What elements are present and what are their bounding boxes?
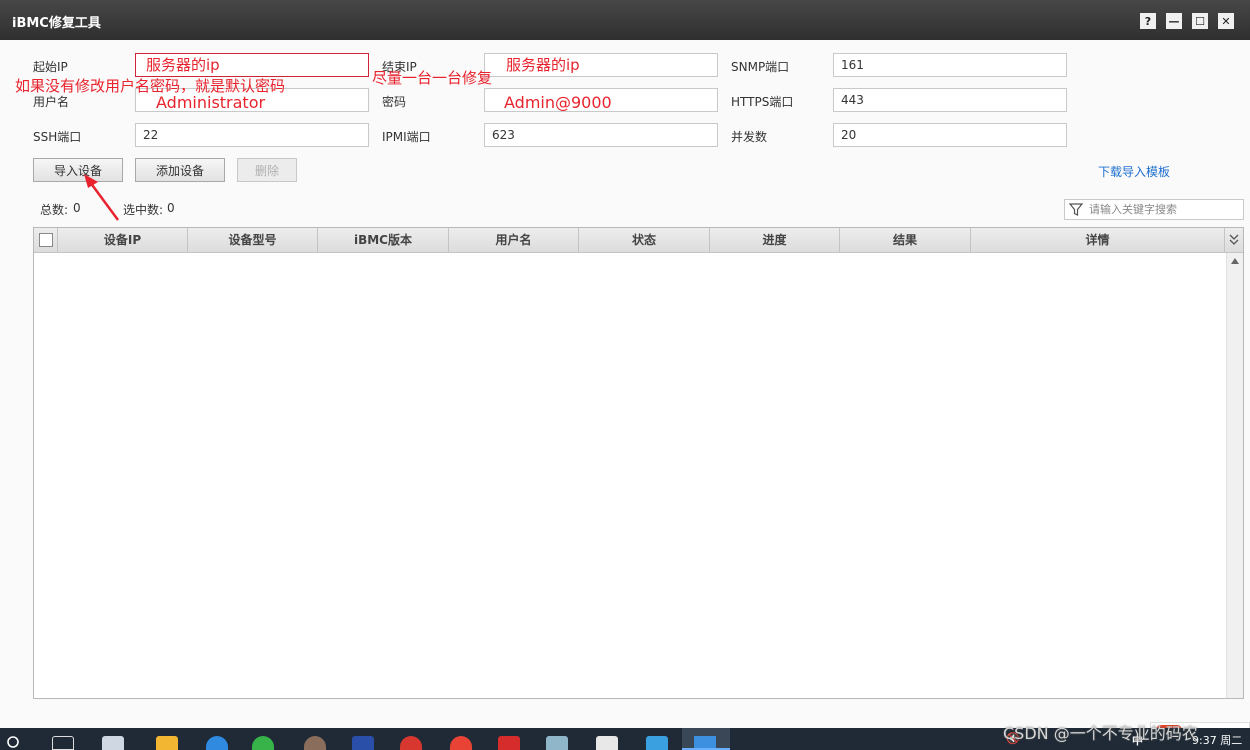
select-all-checkbox[interactable] xyxy=(39,233,53,247)
selected-count-value: 0 xyxy=(167,201,175,215)
app-icon-3[interactable] xyxy=(304,736,326,750)
title-bar: iBMC修复工具 ? — ☐ ✕ xyxy=(0,0,1250,40)
ipmi-port-label: IPMI端口 xyxy=(382,130,431,144)
close-icon: ✕ xyxy=(1221,14,1231,28)
clock[interactable]: 9:37 周二 xyxy=(1192,732,1242,748)
help-button[interactable]: ? xyxy=(1140,13,1156,29)
total-count-value: 0 xyxy=(73,201,81,215)
download-template-link[interactable]: 下载导入模板 xyxy=(1098,163,1170,180)
main-content: 起始IP 结束IP SNMP端口 161 用户名 密码 HTTPS端口 443 … xyxy=(0,40,1250,750)
snmp-port-label: SNMP端口 xyxy=(731,60,790,74)
password-annotation: Admin@9000 xyxy=(504,93,612,112)
app-icon-7[interactable] xyxy=(546,736,568,750)
app-icon-2[interactable] xyxy=(206,736,228,750)
app-icon-6[interactable] xyxy=(498,736,520,750)
active-app-ibmc[interactable] xyxy=(682,728,730,750)
app-icon-1[interactable] xyxy=(102,736,124,750)
ibmc-app-icon xyxy=(694,736,716,748)
search-box[interactable] xyxy=(1064,199,1244,220)
maximize-button[interactable]: ☐ xyxy=(1192,13,1208,29)
concurrency-input[interactable]: 20 xyxy=(833,123,1067,147)
snmp-port-input[interactable]: 161 xyxy=(833,53,1067,77)
column-header-device-model[interactable]: 设备型号 xyxy=(188,228,318,252)
ssh-port-label: SSH端口 xyxy=(33,130,82,144)
https-port-input[interactable]: 443 xyxy=(833,88,1067,112)
chrome-icon[interactable] xyxy=(450,736,472,750)
column-menu-button[interactable] xyxy=(1225,228,1243,252)
close-button[interactable]: ✕ xyxy=(1218,13,1234,29)
column-header-username[interactable]: 用户名 xyxy=(449,228,579,252)
column-header-device-ip[interactable]: 设备IP xyxy=(58,228,188,252)
search-input[interactable] xyxy=(1089,201,1239,218)
double-chevron-down-icon xyxy=(1229,234,1239,245)
ipmi-port-input[interactable]: 623 xyxy=(484,123,718,147)
start-ip-label: 起始IP xyxy=(33,60,68,74)
app-icon-5[interactable] xyxy=(400,736,422,750)
concurrency-label: 并发数 xyxy=(731,130,768,144)
column-header-details[interactable]: 详情 xyxy=(971,228,1225,252)
wechat-icon[interactable] xyxy=(252,736,274,750)
task-view-icon[interactable] xyxy=(52,736,74,750)
search-icon[interactable] xyxy=(6,735,22,750)
file-explorer-icon[interactable] xyxy=(156,736,178,750)
table-header: 设备IP 设备型号 iBMC版本 用户名 状态 进度 结果 详情 xyxy=(34,228,1243,253)
table-scrollbar[interactable] xyxy=(1226,253,1243,698)
minimize-button[interactable]: — xyxy=(1166,13,1182,29)
ssh-port-input[interactable]: 22 xyxy=(135,123,369,147)
app-icon-9[interactable] xyxy=(646,736,668,750)
csdn-watermark: CSDN @一个不专业的码农 xyxy=(1003,724,1198,743)
app-icon-4[interactable] xyxy=(352,736,374,750)
total-count-label: 总数: xyxy=(40,203,69,217)
column-header-result[interactable]: 结果 xyxy=(840,228,971,252)
column-header-progress[interactable]: 进度 xyxy=(710,228,840,252)
selected-count-label: 选中数: xyxy=(123,203,164,217)
device-table: 设备IP 设备型号 iBMC版本 用户名 状态 进度 结果 详情 xyxy=(33,227,1244,699)
window-title: iBMC修复工具 xyxy=(12,16,101,31)
app-icon-8[interactable] xyxy=(596,736,618,750)
default-password-annotation: 如果没有修改用户名密码，就是默认密码 xyxy=(15,77,286,95)
end-ip-annotation: 服务器的ip xyxy=(506,56,580,74)
column-header-status[interactable]: 状态 xyxy=(579,228,710,252)
delete-button[interactable]: 删除 xyxy=(237,158,297,182)
password-label: 密码 xyxy=(382,95,407,109)
scroll-up-icon[interactable] xyxy=(1231,258,1239,264)
filter-icon xyxy=(1069,203,1083,216)
https-port-label: HTTPS端口 xyxy=(731,95,794,109)
arrow-annotation-icon xyxy=(84,174,120,221)
help-icon: ? xyxy=(1144,14,1152,28)
minimize-icon: — xyxy=(1168,14,1180,28)
column-header-ibmc-version[interactable]: iBMC版本 xyxy=(318,228,449,252)
select-all-cell xyxy=(34,228,58,252)
maximize-icon: ☐ xyxy=(1195,14,1205,28)
add-device-button[interactable]: 添加设备 xyxy=(135,158,225,182)
start-ip-annotation: 服务器的ip xyxy=(146,56,220,74)
one-by-one-annotation: 尽量一台一台修复 xyxy=(372,69,493,87)
